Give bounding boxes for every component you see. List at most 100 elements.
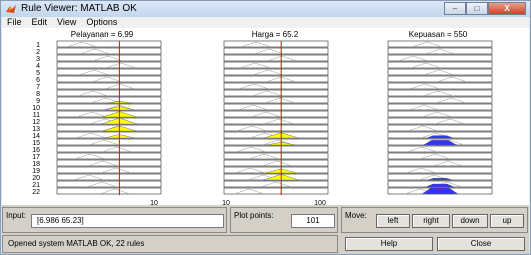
plot-points-field[interactable]: 101: [291, 214, 335, 228]
rule-cell: [387, 159, 493, 167]
status-panel: Opened system MATLAB OK, 22 rules: [2, 235, 338, 253]
rule-cell: [387, 145, 493, 153]
rule-number: 13: [32, 126, 40, 133]
rule-number: 12: [32, 119, 40, 126]
rule-number: 3: [36, 56, 40, 63]
column-label-harga: Harga = 65.2: [252, 30, 299, 39]
rule-number: 15: [32, 140, 40, 147]
plot-points-label: Plot points:: [234, 211, 274, 220]
rule-cell: [223, 61, 329, 69]
rule-plot-area: Pelayanan = 6.99 Harga = 65.2 Kepuasan =…: [2, 28, 529, 207]
minimize-button[interactable]: –: [444, 2, 466, 15]
rule-cell: [223, 117, 329, 125]
rule-cell: [56, 180, 162, 188]
rule-cell: [387, 110, 493, 118]
window-title: Rule Viewer: MATLAB OK: [21, 3, 137, 14]
move-label: Move:: [345, 211, 367, 220]
rule-cell: [56, 173, 162, 181]
rule-number: 16: [32, 147, 40, 154]
rule-cell: [56, 68, 162, 76]
move-left-button[interactable]: left: [376, 214, 410, 228]
matlab-icon: [6, 5, 16, 13]
rule-cell: [223, 82, 329, 90]
column-label-kepuasan: Kepuasan = 550: [409, 30, 468, 39]
rule-number: 14: [32, 133, 40, 140]
move-panel: Move: left right down up: [341, 207, 528, 233]
plot-points-panel: Plot points: 101: [230, 207, 338, 233]
main-content: Pelayanan = 6.99 Harga = 65.2 Kepuasan =…: [2, 28, 529, 254]
input-label: Input:: [6, 211, 27, 220]
close-window-button[interactable]: X: [488, 2, 526, 15]
rule-cell: [223, 75, 329, 83]
rule-viewer-window: Rule Viewer: MATLAB OK – □ X File Edit V…: [0, 0, 531, 255]
rule-number: 8: [36, 91, 40, 98]
rule-cell: [56, 138, 162, 146]
maximize-button[interactable]: □: [466, 2, 488, 15]
rule-cell: [223, 110, 329, 118]
rule-number: 7: [36, 84, 40, 91]
rule-cell: [223, 89, 329, 97]
menu-edit[interactable]: Edit: [27, 17, 53, 28]
rule-cell: [387, 61, 493, 69]
rule-cell: [387, 68, 493, 76]
rule-number: 19: [32, 168, 40, 175]
menu-bar: File Edit View Options: [2, 17, 529, 28]
move-up-button[interactable]: up: [490, 214, 524, 228]
rule-number: 1: [36, 42, 40, 49]
rule-number: 11: [33, 112, 40, 119]
rule-cell: [387, 166, 493, 174]
rule-cell: [387, 82, 493, 90]
rule-cell: [56, 96, 162, 104]
rule-cell: [56, 89, 162, 97]
rule-cell: [387, 96, 493, 104]
rule-cell: [387, 117, 493, 125]
move-down-button[interactable]: down: [452, 214, 488, 228]
rule-cell: [223, 159, 329, 167]
rule-number: 17: [32, 154, 40, 161]
rule-cell: [223, 68, 329, 76]
title-bar: Rule Viewer: MATLAB OK – □ X: [1, 1, 530, 17]
rule-cell: [223, 47, 329, 55]
rule-cell: [56, 166, 162, 174]
help-button[interactable]: Help: [345, 237, 433, 251]
rule-cell: [387, 152, 493, 160]
move-right-button[interactable]: right: [412, 214, 450, 228]
rule-cell: [387, 103, 493, 111]
rule-cell: [223, 187, 329, 195]
rule-cell: [223, 96, 329, 104]
rule-cell: [223, 145, 329, 153]
rule-number: 20: [32, 175, 40, 182]
rule-cell: [56, 54, 162, 62]
rule-number: 9: [36, 98, 40, 105]
rule-cell: [56, 82, 162, 90]
status-text: Opened system MATLAB OK, 22 rules: [8, 239, 145, 248]
rule-cell: [223, 103, 329, 111]
rule-cell: [387, 124, 493, 132]
rule-cell: [223, 40, 329, 48]
rule-cell: [56, 152, 162, 160]
rule-cell: [56, 40, 162, 48]
input-panel: Input: [6.986 65.23]: [2, 207, 227, 233]
rule-number: 21: [32, 182, 40, 189]
axis-end-harga: 100: [314, 200, 326, 205]
menu-options[interactable]: Options: [81, 17, 122, 28]
rule-cell: [56, 47, 162, 55]
rule-number: 22: [32, 189, 40, 196]
rule-cell: [56, 75, 162, 83]
rule-cell: [387, 89, 493, 97]
rule-number: 4: [36, 63, 40, 70]
close-button[interactable]: Close: [437, 237, 525, 251]
rule-number: 10: [32, 105, 40, 112]
rule-cell: [56, 145, 162, 153]
input-field[interactable]: [6.986 65.23]: [31, 214, 224, 228]
axis-end-pelayanan: 10: [150, 200, 158, 205]
rules-plot[interactable]: Pelayanan = 6.99 Harga = 65.2 Kepuasan =…: [2, 28, 529, 207]
menu-file[interactable]: File: [2, 17, 27, 28]
rule-cell: [387, 54, 493, 62]
axis-start-harga: 10: [222, 200, 230, 205]
rule-number: 18: [32, 161, 40, 168]
menu-view[interactable]: View: [52, 17, 81, 28]
column-label-pelayanan: Pelayanan = 6.99: [71, 30, 134, 39]
rule-number: 6: [36, 77, 40, 84]
rule-number: 2: [36, 49, 40, 56]
